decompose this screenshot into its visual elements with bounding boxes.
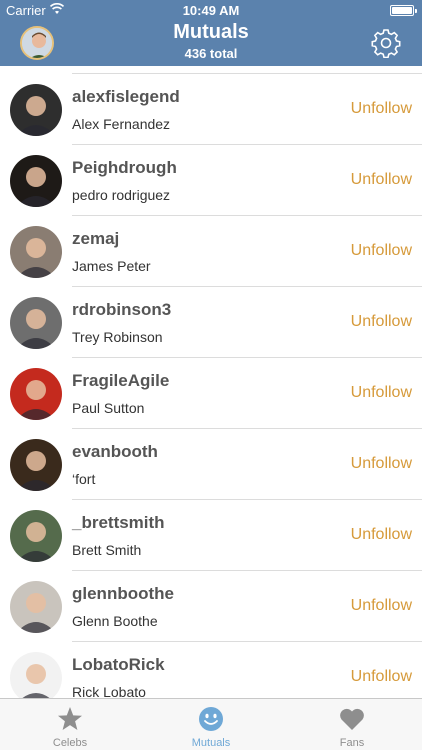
star-icon [58, 707, 82, 730]
page-title: Mutuals [173, 21, 249, 43]
user-photo-icon [22, 664, 50, 698]
battery-level [392, 7, 412, 14]
user-full-name: Rick Lobato [72, 684, 146, 698]
battery-icon [390, 5, 417, 16]
user-handle: evanbooth [72, 442, 158, 461]
user-handle: Peighdrough [72, 158, 177, 177]
unfollow-button[interactable]: Unfollow [351, 455, 412, 473]
user-handle: alexfislegend [72, 87, 180, 106]
tab-label: Celebs [52, 737, 88, 749]
user-handle: glennboothe [72, 584, 174, 603]
unfollow-button[interactable]: Unfollow [351, 526, 412, 544]
user-full-name: Brett Smith [72, 542, 142, 558]
user-avatar[interactable] [10, 510, 62, 562]
user-row[interactable]: alexfislegend Alex Fernandez Unfollow [0, 74, 422, 145]
user-photo-icon [16, 167, 56, 207]
user-photo-icon [16, 380, 56, 420]
tab-mutuals[interactable]: Mutuals [141, 699, 281, 750]
mutuals-list[interactable]: alexfislegend Alex Fernandez Unfollow Peigh… [0, 66, 422, 698]
user-avatar[interactable] [10, 84, 62, 136]
user-photo-icon [16, 96, 56, 136]
gear-icon[interactable] [371, 28, 401, 58]
user-row[interactable]: zemaj James Peter Unfollow [0, 216, 422, 287]
user-full-name: Paul Sutton [72, 400, 145, 416]
user-avatar[interactable] [10, 155, 62, 207]
user-full-name: ‘fort [72, 471, 96, 487]
user-avatar[interactable] [10, 439, 62, 491]
user-handle: zemaj [72, 229, 120, 248]
user-handle: rdrobinson3 [72, 300, 172, 319]
user-photo-icon [16, 238, 56, 278]
status-bar: Carrier 10:49 AM [0, 0, 422, 20]
total-count: 436 total [184, 46, 238, 61]
user-row[interactable]: LobatoRick Rick Lobato Unfollow [0, 642, 422, 698]
user-row[interactable]: Peighdrough pedro rodriguez Unfollow [0, 145, 422, 216]
user-full-name: pedro rodriguez [72, 187, 171, 203]
user-row[interactable]: evanbooth ‘fort Unfollow [0, 429, 422, 500]
user-full-name: Glenn Boothe [72, 613, 158, 629]
user-handle: _brettsmith [72, 513, 165, 532]
tab-label: Fans [339, 737, 365, 749]
status-time: 10:49 AM [182, 3, 240, 18]
user-handle: LobatoRick [72, 655, 165, 674]
user-photo-icon [16, 309, 56, 349]
navigation-bar: Carrier 10:49 AM Mutuals 436 total [0, 0, 422, 66]
user-photo-icon [16, 522, 56, 562]
user-row[interactable]: FragileAgile Paul Sutton Unfollow [0, 358, 422, 429]
unfollow-button[interactable]: Unfollow [351, 384, 412, 402]
tab-fans[interactable]: Fans [282, 699, 422, 750]
user-photo-icon [16, 593, 56, 633]
tab-bar: Celebs Mutuals Fans [0, 698, 422, 750]
user-avatar[interactable] [10, 652, 62, 698]
unfollow-button[interactable]: Unfollow [351, 100, 412, 118]
user-avatar[interactable] [10, 368, 62, 420]
user-avatar[interactable] [10, 297, 62, 349]
smiley-icon [199, 707, 223, 731]
user-handle: FragileAgile [72, 371, 170, 390]
user-avatar[interactable] [10, 226, 62, 278]
unfollow-button[interactable]: Unfollow [351, 242, 412, 260]
user-full-name: Trey Robinson [72, 329, 163, 345]
unfollow-button[interactable]: Unfollow [351, 668, 412, 686]
user-photo-icon [16, 451, 56, 491]
unfollow-button[interactable]: Unfollow [351, 597, 412, 615]
user-avatar[interactable] [10, 581, 62, 633]
user-row[interactable]: _brettsmith Brett Smith Unfollow [0, 500, 422, 571]
user-row[interactable]: glennboothe Glenn Boothe Unfollow [0, 571, 422, 642]
user-full-name: Alex Fernandez [72, 116, 171, 132]
unfollow-button[interactable]: Unfollow [351, 313, 412, 331]
tab-label: Mutuals [191, 737, 231, 749]
heart-icon [340, 708, 364, 730]
tab-celebs[interactable]: Celebs [0, 699, 140, 750]
user-full-name: James Peter [72, 258, 151, 274]
unfollow-button[interactable]: Unfollow [351, 171, 412, 189]
user-row[interactable]: rdrobinson3 Trey Robinson Unfollow [0, 287, 422, 358]
